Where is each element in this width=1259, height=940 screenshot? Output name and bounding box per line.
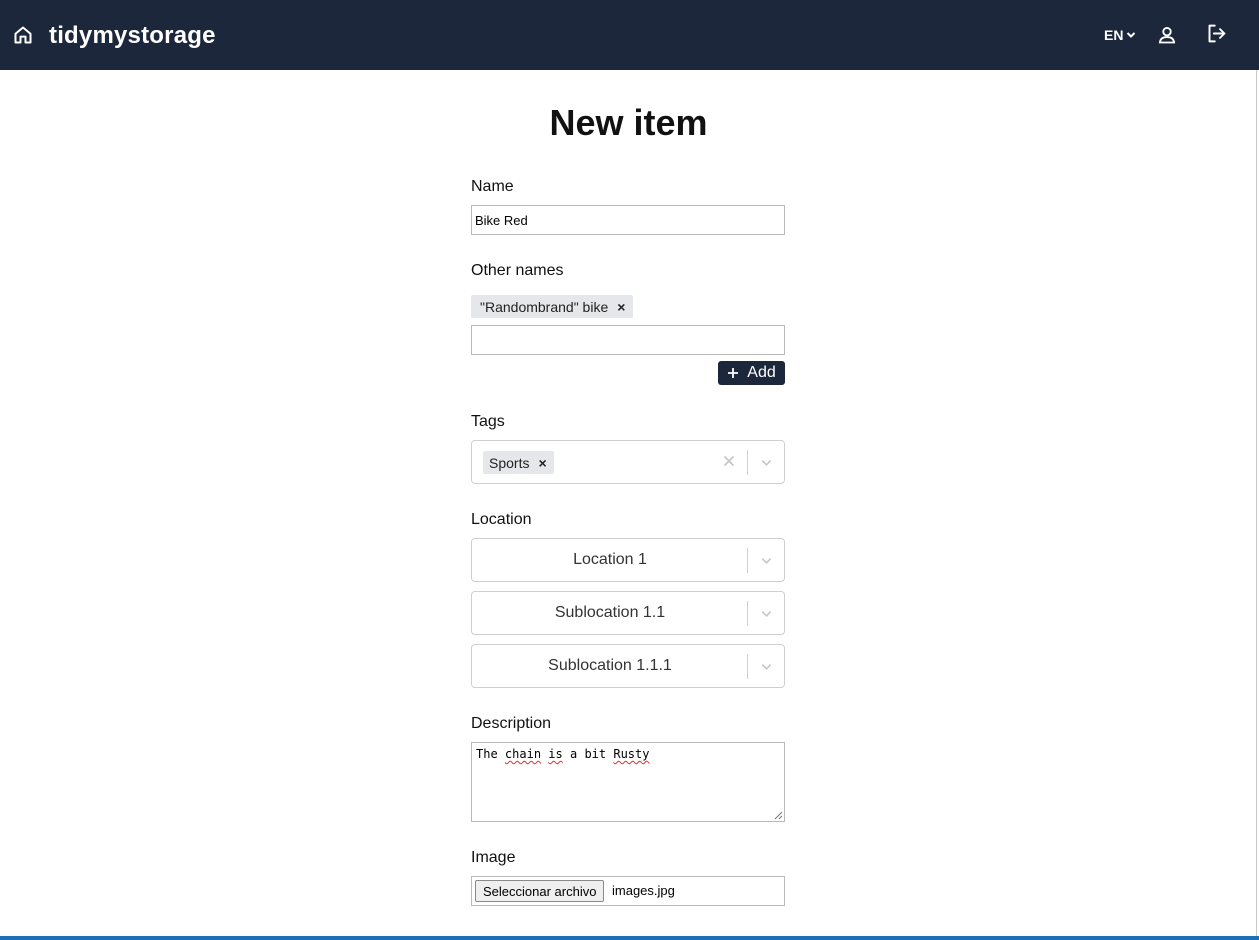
add-button-label: Add xyxy=(747,364,776,381)
chevron-down-icon[interactable] xyxy=(760,607,773,620)
description-word: is xyxy=(548,747,563,761)
description-word: a xyxy=(569,747,578,761)
description-textarea[interactable]: The chain is a bit Rusty xyxy=(471,742,785,822)
user-icon[interactable] xyxy=(1157,25,1177,45)
select-separator xyxy=(747,654,748,679)
language-code: EN xyxy=(1104,27,1124,43)
location-label: Location xyxy=(471,511,532,528)
other-name-chip: "Randombrand" bike × xyxy=(471,295,634,318)
sublocation-select[interactable]: Sublocation 1.1 xyxy=(471,591,785,635)
sub-sublocation-value: Sublocation 1.1.1 xyxy=(548,657,672,674)
select-separator xyxy=(747,450,748,475)
description-word: bit xyxy=(584,747,607,761)
remove-tag-icon[interactable]: × xyxy=(538,455,546,471)
chevron-down-icon[interactable] xyxy=(760,554,773,567)
add-other-name-button[interactable]: Add xyxy=(718,361,785,385)
other-name-chip-label: "Randombrand" bike xyxy=(480,298,609,315)
description-word: Rusty xyxy=(613,747,650,761)
chevron-down-icon[interactable] xyxy=(760,456,773,469)
description-label: Description xyxy=(471,715,552,732)
name-label: Name xyxy=(471,178,514,195)
name-input[interactable] xyxy=(471,205,785,235)
select-separator xyxy=(747,548,748,573)
description-word: chain xyxy=(504,747,542,761)
tags-label: Tags xyxy=(471,413,505,430)
resize-handle-icon[interactable] xyxy=(774,811,783,820)
page-content: New item Name Other names "Randombrand" … xyxy=(0,70,1257,936)
tag-chip: Sports × xyxy=(483,451,554,474)
location-value: Location 1 xyxy=(573,551,647,568)
other-names-label: Other names xyxy=(471,262,564,279)
tag-chip-label: Sports xyxy=(489,454,530,471)
remove-chip-icon[interactable]: × xyxy=(617,299,625,315)
language-selector[interactable]: EN xyxy=(1104,27,1136,43)
top-navbar: tidymystorage EN xyxy=(0,0,1259,70)
plus-icon xyxy=(728,368,739,378)
other-name-input[interactable] xyxy=(471,325,785,355)
clear-icon[interactable] xyxy=(722,454,736,468)
chevron-down-icon xyxy=(1127,32,1136,38)
location-select[interactable]: Location 1 xyxy=(471,538,785,582)
select-separator xyxy=(747,601,748,626)
choose-file-button[interactable]: Seleccionar archivo xyxy=(475,880,605,902)
image-file-input[interactable]: Seleccionar archivo images.jpg xyxy=(471,876,785,906)
sublocation-value: Sublocation 1.1 xyxy=(554,604,666,621)
brand-title[interactable]: tidymystorage xyxy=(49,22,216,50)
selected-file-name: images.jpg xyxy=(612,883,675,898)
description-word: The xyxy=(476,747,498,761)
sub-sublocation-select[interactable]: Sublocation 1.1.1 xyxy=(471,644,785,688)
home-icon[interactable] xyxy=(13,25,33,45)
chevron-down-icon[interactable] xyxy=(760,660,773,673)
logout-icon[interactable] xyxy=(1206,23,1227,44)
image-label: Image xyxy=(471,849,516,866)
status-bar xyxy=(0,936,1259,940)
page-title: New item xyxy=(549,102,708,143)
tags-select[interactable]: Sports × xyxy=(471,440,785,484)
